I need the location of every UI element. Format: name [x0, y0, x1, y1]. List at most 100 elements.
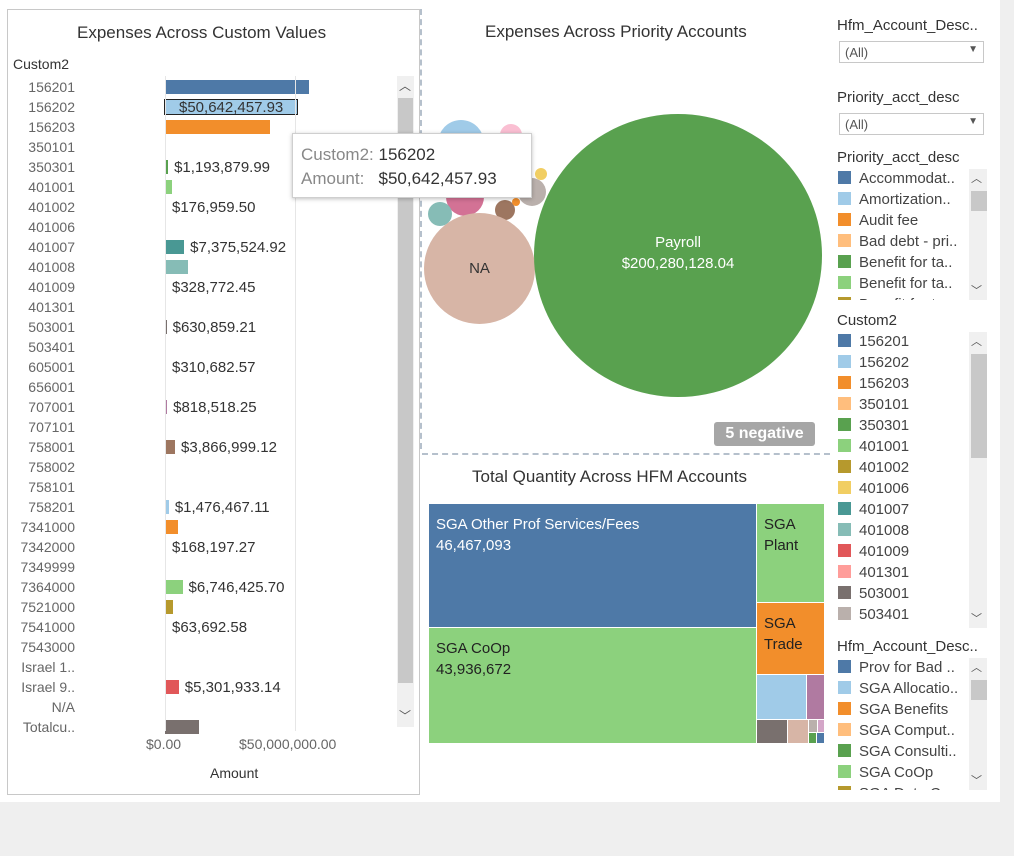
legend-swatch [838, 355, 851, 368]
bar-401007[interactable] [165, 240, 185, 254]
bar-category-label: 7341000 [20, 519, 75, 535]
legend-scrollbar[interactable]: ︿ ﹀ [969, 332, 987, 628]
panel-divider-v [420, 9, 422, 449]
priority-legend: Accommodat.. Amortization.. Audit fee Bad d… [837, 169, 987, 300]
legend-item[interactable]: 503001 [838, 584, 909, 604]
zero-gridline [165, 76, 166, 731]
legend-swatch [838, 586, 851, 599]
legend-swatch [838, 192, 851, 205]
bar-Totalcu..[interactable] [165, 720, 199, 734]
bar-401008[interactable] [165, 260, 188, 274]
treemap-coop[interactable]: SGA CoOp 43,936,672 [428, 627, 757, 744]
legend-item[interactable]: 156203 [838, 374, 909, 394]
treemap-cell[interactable] [756, 719, 788, 744]
negative-badge[interactable]: 5 negative [714, 422, 815, 446]
legend-label: 401008 [859, 522, 910, 539]
legend-item[interactable]: Amortization.. [838, 190, 951, 210]
legend-item[interactable]: 401001 [838, 437, 909, 457]
bar-category-label: 7543000 [20, 639, 75, 655]
legend-scrollbar[interactable]: ︿ ﹀ [969, 169, 987, 300]
legend-item[interactable]: SGA Comput.. [838, 721, 955, 741]
bar-401001[interactable] [165, 180, 172, 194]
bar-category-label: Totalcu.. [22, 719, 75, 735]
legend-item[interactable]: 401009 [838, 542, 909, 562]
legend-item[interactable]: 156202 [838, 353, 909, 373]
treemap-cell[interactable] [787, 719, 809, 744]
scroll-down-icon[interactable]: ﹀ [397, 709, 413, 723]
bar-category-label: 758201 [28, 499, 75, 515]
legend-item[interactable]: 401008 [838, 521, 909, 541]
scroll-down-icon[interactable]: ﹀ [971, 610, 982, 626]
legend-scrollbar-thumb[interactable] [971, 354, 987, 458]
bar-7364000[interactable] [165, 580, 183, 594]
bar-156203[interactable] [165, 120, 271, 134]
legend-swatch [838, 765, 851, 778]
bar-7521000[interactable] [165, 600, 174, 614]
treemap-cell[interactable] [756, 674, 807, 720]
legend-label: Amortization.. [859, 191, 951, 208]
treemap-value: 46,467,093 [436, 537, 512, 554]
legend-swatch [838, 171, 851, 184]
tooltip-key: Amount: [301, 169, 365, 188]
scroll-up-icon[interactable]: ︿ [971, 333, 982, 349]
bar-156201[interactable] [165, 80, 310, 94]
legend-item[interactable]: 350301 [838, 416, 909, 436]
scroll-up-icon[interactable]: ︿ [397, 79, 413, 93]
treemap-cell[interactable] [816, 732, 825, 744]
treemap-other-prof[interactable]: SGA Other Prof Services/Fees 46,467,093 [428, 503, 757, 628]
legend-item[interactable]: 350101 [838, 395, 909, 415]
treemap-cell[interactable] [817, 719, 825, 733]
scroll-down-icon[interactable]: ﹀ [971, 772, 982, 788]
legend-item[interactable]: Benefit for ta.. [838, 253, 952, 273]
bar-category-label: 758001 [28, 439, 75, 455]
legend-item[interactable]: 156201 [838, 332, 909, 352]
legend-label: Bad debt - pri.. [859, 233, 958, 250]
scroll-up-icon[interactable]: ︿ [971, 170, 982, 186]
legend-item[interactable]: SGA Benefits [838, 700, 948, 720]
legend-item[interactable]: Audit fee [838, 211, 918, 231]
legend-scrollbar-thumb[interactable] [971, 680, 987, 700]
legend-label: 156203 [859, 375, 910, 392]
legend-item[interactable]: 401301 [838, 563, 909, 583]
priority-filter-title: Priority_acct_desc [837, 89, 960, 106]
scroll-up-icon[interactable]: ︿ [971, 659, 982, 675]
legend-item[interactable]: SGA CoOp [838, 763, 933, 783]
scroll-down-icon[interactable]: ﹀ [971, 282, 982, 298]
chevron-down-icon: ▼ [968, 44, 978, 55]
bar-Israel 9..[interactable] [165, 680, 179, 694]
bar-data-label: $5,301,933.14 [184, 679, 281, 696]
bubble-small[interactable] [512, 198, 520, 206]
legend-item[interactable]: 503401 [838, 605, 909, 625]
treemap-trade[interactable]: SGA Trade [756, 602, 825, 675]
legend-item[interactable]: SGA Data C.. [838, 784, 949, 790]
bar-758001[interactable] [165, 440, 176, 454]
bubble-payroll[interactable]: Payroll $200,280,128.04 [534, 114, 822, 397]
legend-label: Benefit for ta.. [859, 254, 953, 271]
treemap-cell[interactable] [806, 674, 825, 720]
legend-scrollbar-thumb[interactable] [971, 191, 987, 211]
bar-tooltip: Custom2: 156202 Amount: $50,642,457.93 [292, 133, 532, 198]
tooltip-key: Custom2: [301, 145, 374, 164]
treemap-value: 43,936,672 [436, 661, 512, 678]
legend-item[interactable]: Bad debt - pri.. [838, 232, 957, 252]
legend-swatch [838, 786, 851, 790]
legend-scrollbar[interactable]: ︿ ﹀ [969, 658, 987, 790]
priority-filter-dropdown[interactable]: (All) ▼ [839, 113, 984, 135]
treemap-label: SGA Trade [764, 615, 803, 653]
payroll-value: $200,280,128.04 [621, 255, 735, 272]
legend-item[interactable]: Benefit for ta.. [838, 274, 952, 294]
treemap-plant[interactable]: SGA Plant [756, 503, 825, 603]
legend-item[interactable]: 401007 [838, 500, 909, 520]
legend-item[interactable]: 401006 [838, 479, 909, 499]
bubble-small[interactable] [535, 168, 547, 180]
legend-item[interactable]: Accommodat.. [838, 169, 955, 189]
legend-item[interactable]: SGA Allocatio.. [838, 679, 958, 699]
legend-item[interactable]: Benefit for t.. [838, 295, 944, 300]
hfm-filter-dropdown[interactable]: (All) ▼ [839, 41, 984, 63]
bubble-na[interactable]: NA [424, 213, 535, 324]
legend-swatch [838, 702, 851, 715]
legend-item[interactable]: Prov for Bad .. [838, 658, 955, 678]
legend-item[interactable]: SGA Consulti.. [838, 742, 957, 762]
bar-7341000[interactable] [165, 520, 178, 534]
legend-item[interactable]: 401002 [838, 458, 909, 478]
